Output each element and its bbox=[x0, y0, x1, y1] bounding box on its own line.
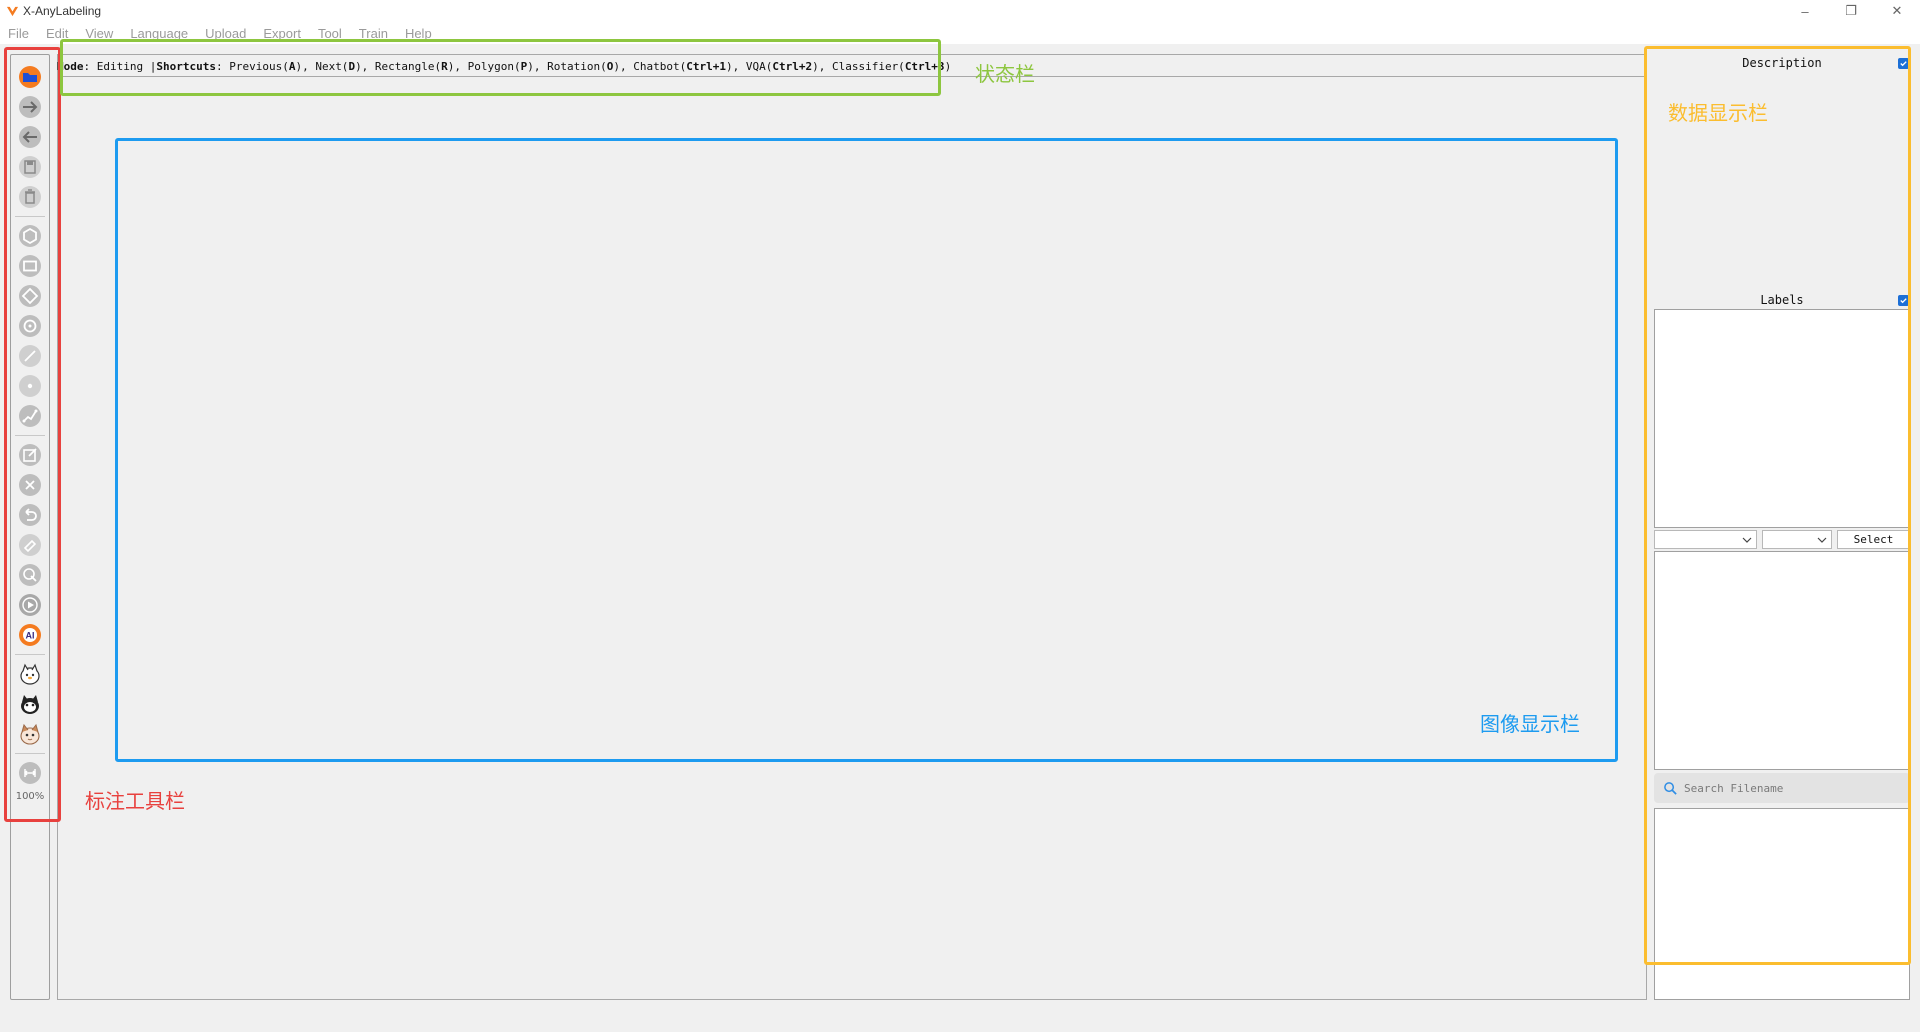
image-annotation-box bbox=[115, 138, 1618, 762]
statusbar-annotation-label: 状态栏 bbox=[975, 62, 1035, 86]
statusbar-annotation-box bbox=[60, 39, 941, 96]
minimize-button[interactable]: – bbox=[1782, 0, 1828, 22]
data-annotation-label: 数据显示栏 bbox=[1668, 101, 1768, 125]
toolbar-annotation-label: 标注工具栏 bbox=[85, 789, 185, 813]
data-annotation-box bbox=[1644, 46, 1911, 965]
image-annotation-label: 图像显示栏 bbox=[1480, 712, 1580, 736]
close-button[interactable]: ✕ bbox=[1874, 0, 1920, 22]
menu-file[interactable]: File bbox=[8, 26, 29, 41]
maximize-button[interactable]: ❐ bbox=[1828, 0, 1874, 22]
window-controls: – ❐ ✕ bbox=[1782, 0, 1920, 22]
window-title: X-AnyLabeling bbox=[23, 4, 102, 18]
title-bar: X-AnyLabeling – ❐ ✕ bbox=[0, 0, 1920, 22]
shortcut-text: ) bbox=[944, 59, 952, 73]
toolbar-annotation-box bbox=[4, 47, 61, 822]
app-logo-icon bbox=[5, 4, 19, 18]
